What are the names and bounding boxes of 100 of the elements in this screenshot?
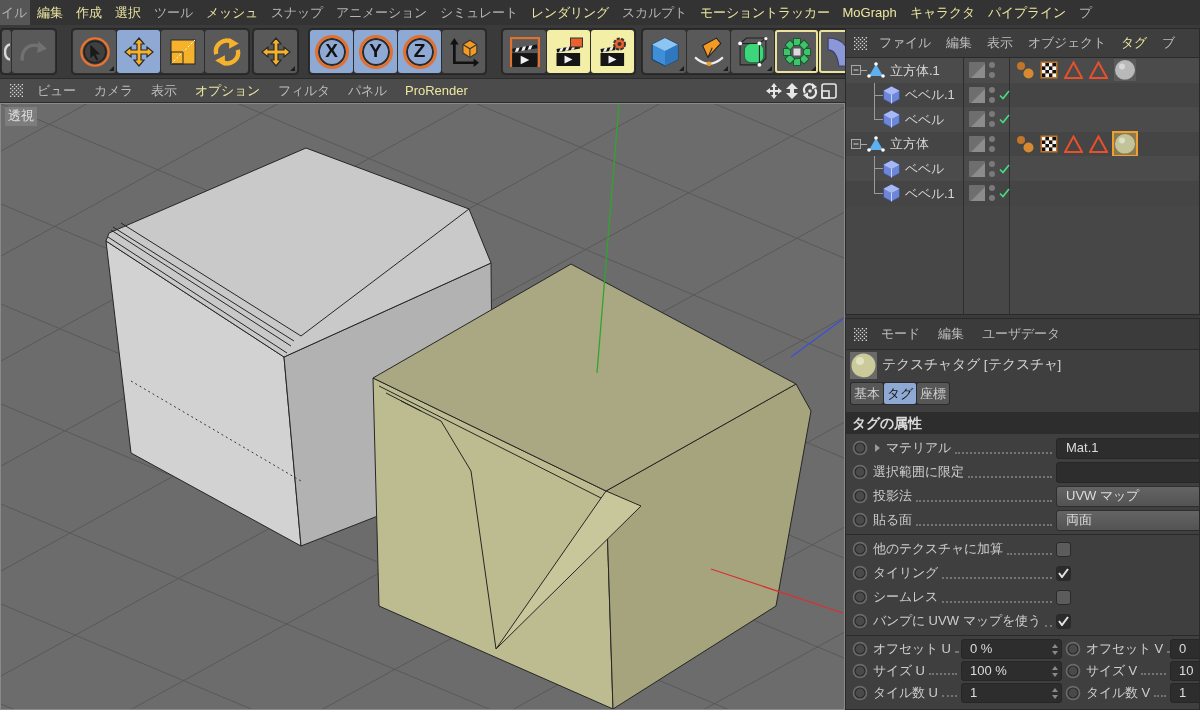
select-tool-button[interactable] xyxy=(73,30,116,73)
material-link-field[interactable]: Mat.1 xyxy=(1056,437,1199,459)
menu-item[interactable]: モーショントラッカー xyxy=(693,0,836,25)
object-name[interactable]: ベベル.1 xyxy=(905,85,955,105)
menu-item[interactable]: 作成 xyxy=(69,0,108,25)
keyframe-ring-icon[interactable] xyxy=(852,613,868,629)
axis-lock-button[interactable]: X xyxy=(310,30,353,73)
hatched-grip-icon[interactable] xyxy=(10,84,23,97)
cloner-button[interactable] xyxy=(775,30,818,73)
number-field[interactable]: 10 xyxy=(1170,661,1199,681)
menu-item[interactable]: 選択 xyxy=(108,0,147,25)
layer-square-icon[interactable] xyxy=(969,160,985,177)
checker-tag-icon[interactable] xyxy=(1040,135,1058,154)
menu-item[interactable]: アニメーション xyxy=(329,0,433,25)
checkmark-icon[interactable] xyxy=(999,188,1010,199)
menu-item[interactable]: 編集 xyxy=(30,0,69,25)
checker-tag-icon[interactable] xyxy=(1040,61,1058,80)
layer-square-icon[interactable] xyxy=(969,86,985,103)
triangle-outline-icon[interactable] xyxy=(1064,135,1083,154)
keyframe-ring-icon[interactable] xyxy=(852,565,868,581)
checkbox[interactable] xyxy=(1056,613,1071,629)
panel-menu-item[interactable]: 編集 xyxy=(946,33,972,53)
visibility-dots-icon[interactable] xyxy=(989,111,995,128)
panel-menu-item[interactable]: モード xyxy=(881,324,920,344)
two-spheres-icon[interactable] xyxy=(1016,135,1034,154)
rotate-tool-button[interactable] xyxy=(205,30,248,73)
attribute-tab[interactable]: タグ xyxy=(884,383,916,404)
spinner-arrows-icon[interactable] xyxy=(1052,643,1058,655)
two-spheres-icon[interactable] xyxy=(1016,61,1034,80)
keyframe-ring-icon[interactable] xyxy=(1065,641,1081,657)
keyframe-ring-icon[interactable] xyxy=(852,541,868,557)
object-name[interactable]: ベベル xyxy=(905,158,944,179)
keyframe-ring-icon[interactable] xyxy=(852,464,868,480)
checkmark-icon[interactable] xyxy=(999,89,1010,100)
viewport-menu-item[interactable]: オプション xyxy=(195,80,260,101)
maximize-view-icon[interactable] xyxy=(821,82,837,99)
spinner-arrows-icon[interactable] xyxy=(1052,665,1058,677)
object-name[interactable]: 立方体 xyxy=(890,134,929,154)
visibility-dots-icon[interactable] xyxy=(989,160,995,177)
menu-item[interactable]: シミュレート xyxy=(433,0,524,25)
perspective-viewport[interactable]: 透視 xyxy=(0,103,845,710)
move-tool-button[interactable] xyxy=(117,30,160,73)
number-field[interactable]: 0 % xyxy=(961,639,1062,659)
triangle-outline-icon[interactable] xyxy=(1064,61,1083,80)
visibility-dots-icon[interactable] xyxy=(989,62,995,79)
checkbox[interactable] xyxy=(1056,565,1071,581)
triangle-outline-icon[interactable] xyxy=(1089,61,1108,80)
panel-menu-item[interactable]: 表示 xyxy=(987,33,1013,53)
coordinate-system-button[interactable] xyxy=(442,30,485,73)
object-name[interactable]: ベベル xyxy=(905,109,944,130)
menu-item[interactable]: スナップ xyxy=(264,0,329,25)
menu-item[interactable]: メッシュ xyxy=(199,0,264,25)
menu-item[interactable]: キャラクタ xyxy=(903,0,982,25)
material-sphere-icon[interactable] xyxy=(1114,59,1136,82)
dropdown-field[interactable]: 両面 xyxy=(1056,509,1199,531)
object-name[interactable]: 立方体.1 xyxy=(890,60,940,81)
attribute-tab[interactable]: 座標 xyxy=(917,383,949,404)
cube-object-button[interactable] xyxy=(643,30,686,73)
number-field[interactable]: 1 xyxy=(1170,683,1199,703)
checkmark-icon[interactable] xyxy=(999,114,1010,125)
panel-menu-item[interactable]: 編集 xyxy=(938,324,964,344)
viewport-menu-item[interactable]: ビュー xyxy=(37,80,76,101)
render-view-button[interactable] xyxy=(503,30,546,73)
pan-arrows-icon[interactable] xyxy=(766,82,782,99)
viewport-menu-item[interactable]: ProRender xyxy=(405,80,468,101)
pen-tool-button[interactable] xyxy=(687,30,730,73)
rotate-view-icon[interactable] xyxy=(802,82,818,99)
triangle-outline-icon[interactable] xyxy=(1089,135,1108,154)
axis-lock-button[interactable]: Y xyxy=(354,30,397,73)
keyframe-ring-icon[interactable] xyxy=(852,663,868,679)
material-sphere-icon[interactable] xyxy=(1114,133,1136,156)
collapse-box-icon[interactable] xyxy=(851,65,861,76)
up-down-arrows-icon[interactable] xyxy=(785,82,799,99)
checkbox[interactable] xyxy=(1056,541,1071,557)
number-field[interactable]: 1 xyxy=(961,683,1062,703)
viewport-menu-item[interactable]: 表示 xyxy=(151,80,177,101)
keyframe-ring-icon[interactable] xyxy=(852,512,868,528)
menu-item[interactable]: イル xyxy=(0,0,30,25)
panel-menu-item[interactable]: ブ xyxy=(1162,33,1175,53)
visibility-dots-icon[interactable] xyxy=(989,86,995,103)
checkmark-icon[interactable] xyxy=(999,163,1010,174)
panel-menu-item[interactable]: オブジェクト xyxy=(1028,33,1106,53)
subdivision-button[interactable] xyxy=(731,30,774,73)
layer-square-icon[interactable] xyxy=(969,185,985,202)
collapse-box-icon[interactable] xyxy=(851,139,861,150)
panel-menu-item[interactable]: ファイル xyxy=(879,33,931,53)
layer-square-icon[interactable] xyxy=(969,62,985,79)
scale-tool-button[interactable] xyxy=(161,30,204,73)
menu-item[interactable]: MoGraph xyxy=(836,0,904,25)
keyframe-ring-icon[interactable] xyxy=(852,589,868,605)
menu-item[interactable]: プ xyxy=(1072,0,1099,25)
expand-triangle-icon[interactable] xyxy=(875,444,880,452)
panel-menu-item[interactable]: ユーザデータ xyxy=(982,324,1060,344)
keyframe-ring-icon[interactable] xyxy=(852,440,868,456)
layer-square-icon[interactable] xyxy=(969,136,985,153)
object-name[interactable]: ベベル.1 xyxy=(905,183,955,203)
keyframe-ring-icon[interactable] xyxy=(852,685,868,701)
link-field[interactable] xyxy=(1056,461,1199,483)
menu-item[interactable]: スカルプト xyxy=(615,0,693,25)
menu-item[interactable]: パイプライン xyxy=(981,0,1073,25)
